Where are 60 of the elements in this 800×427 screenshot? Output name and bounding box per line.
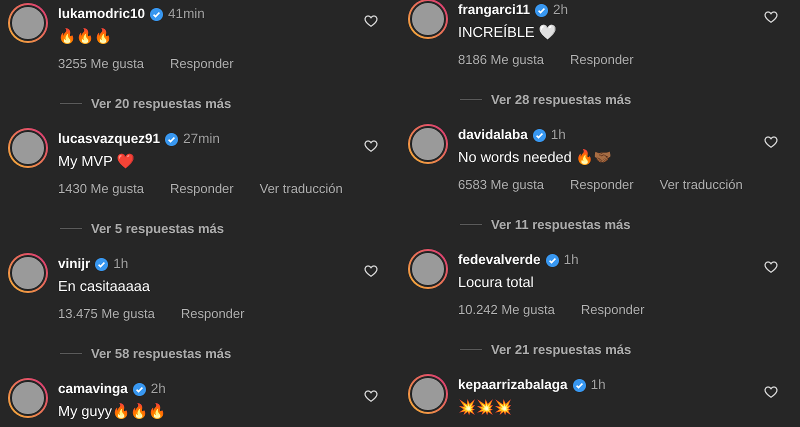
avatar[interactable] (408, 124, 448, 164)
view-replies-link[interactable]: Ver 5 respuestas más (91, 218, 224, 238)
comment-time: 27min (183, 130, 220, 148)
like-count[interactable]: 10.242 Me gusta (458, 300, 555, 320)
avatar[interactable] (8, 378, 48, 418)
avatar[interactable] (408, 249, 448, 289)
comment-text: 🔥🔥🔥 (58, 27, 113, 47)
comment-action-link[interactable]: Responder (180, 304, 244, 324)
comment-action-link[interactable]: Responder (570, 50, 634, 70)
username[interactable]: vinijr (58, 254, 90, 274)
like-heart-icon[interactable] (364, 389, 378, 403)
username[interactable]: frangarci11 (458, 0, 530, 20)
comment-time: 1h (564, 250, 579, 269)
like-count[interactable]: 8186 Me gusta (458, 50, 544, 70)
view-replies-link[interactable]: Ver 28 respuestas más (491, 90, 632, 109)
like-heart-icon[interactable] (364, 139, 378, 153)
username[interactable]: kepaarrizabalaga (458, 374, 568, 396)
comment-action-link[interactable]: Responder (170, 54, 234, 74)
like-heart-icon[interactable] (764, 260, 778, 274)
like-count[interactable]: 6583 Me gusta (458, 175, 544, 194)
avatar[interactable] (408, 374, 448, 414)
comment-text: Locura total (458, 274, 535, 293)
avatar[interactable] (8, 3, 48, 43)
view-replies-link[interactable]: Ver 58 respuestas más (91, 344, 232, 363)
comment-text: 💥💥💥 (458, 398, 513, 418)
like-heart-icon[interactable] (764, 385, 778, 399)
comment-text: My MVP ❤ (58, 152, 136, 172)
comment-text: En casitaaaaa (58, 278, 151, 297)
comment-text: My guyy🔥🔥🔥 (58, 402, 167, 422)
like-heart-icon[interactable] (764, 135, 778, 149)
comment-action-link[interactable]: Responder (170, 179, 234, 198)
username[interactable]: camavinga (58, 378, 128, 400)
comment-action-link[interactable]: Responder (580, 300, 644, 320)
view-replies-link[interactable]: Ver 11 respuestas más (491, 214, 630, 234)
view-replies-link[interactable]: Ver 20 respuestas más (91, 94, 232, 113)
comment-text: No words needed 🔥🤝🏾 (458, 148, 613, 168)
comment-time: 2h (150, 380, 166, 398)
like-count[interactable]: 13.475 Me gusta (58, 304, 155, 324)
username[interactable]: fedevalverde (458, 250, 541, 270)
username[interactable]: lukamodric10 (58, 4, 146, 24)
comment-time: 1h (590, 376, 606, 394)
comment-time: 1h (113, 254, 128, 273)
comment-action-link[interactable]: Responder (570, 175, 634, 194)
like-heart-icon[interactable] (364, 14, 378, 28)
comment-time: 41min (168, 4, 205, 23)
username[interactable]: lucasvazquez91 (58, 128, 160, 150)
avatar[interactable] (8, 253, 48, 293)
view-replies-link[interactable]: Ver 21 respuestas más (491, 340, 632, 359)
avatar[interactable] (408, 0, 448, 39)
username[interactable]: davidalaba (458, 124, 528, 146)
comment-text: INCREÍBLE 🤍 (458, 23, 558, 43)
like-heart-icon[interactable] (364, 264, 378, 278)
comment-time: 1h (550, 126, 566, 144)
comment-action-link[interactable]: Ver traducción (260, 179, 343, 198)
avatar[interactable] (8, 128, 48, 168)
like-count[interactable]: 3255 Me gusta (58, 54, 144, 74)
like-count[interactable]: 1430 Me gusta (58, 179, 144, 198)
comment-time: 2h (553, 0, 568, 19)
like-heart-icon[interactable] (764, 10, 778, 24)
comment-action-link[interactable]: Ver traducción (660, 175, 743, 194)
